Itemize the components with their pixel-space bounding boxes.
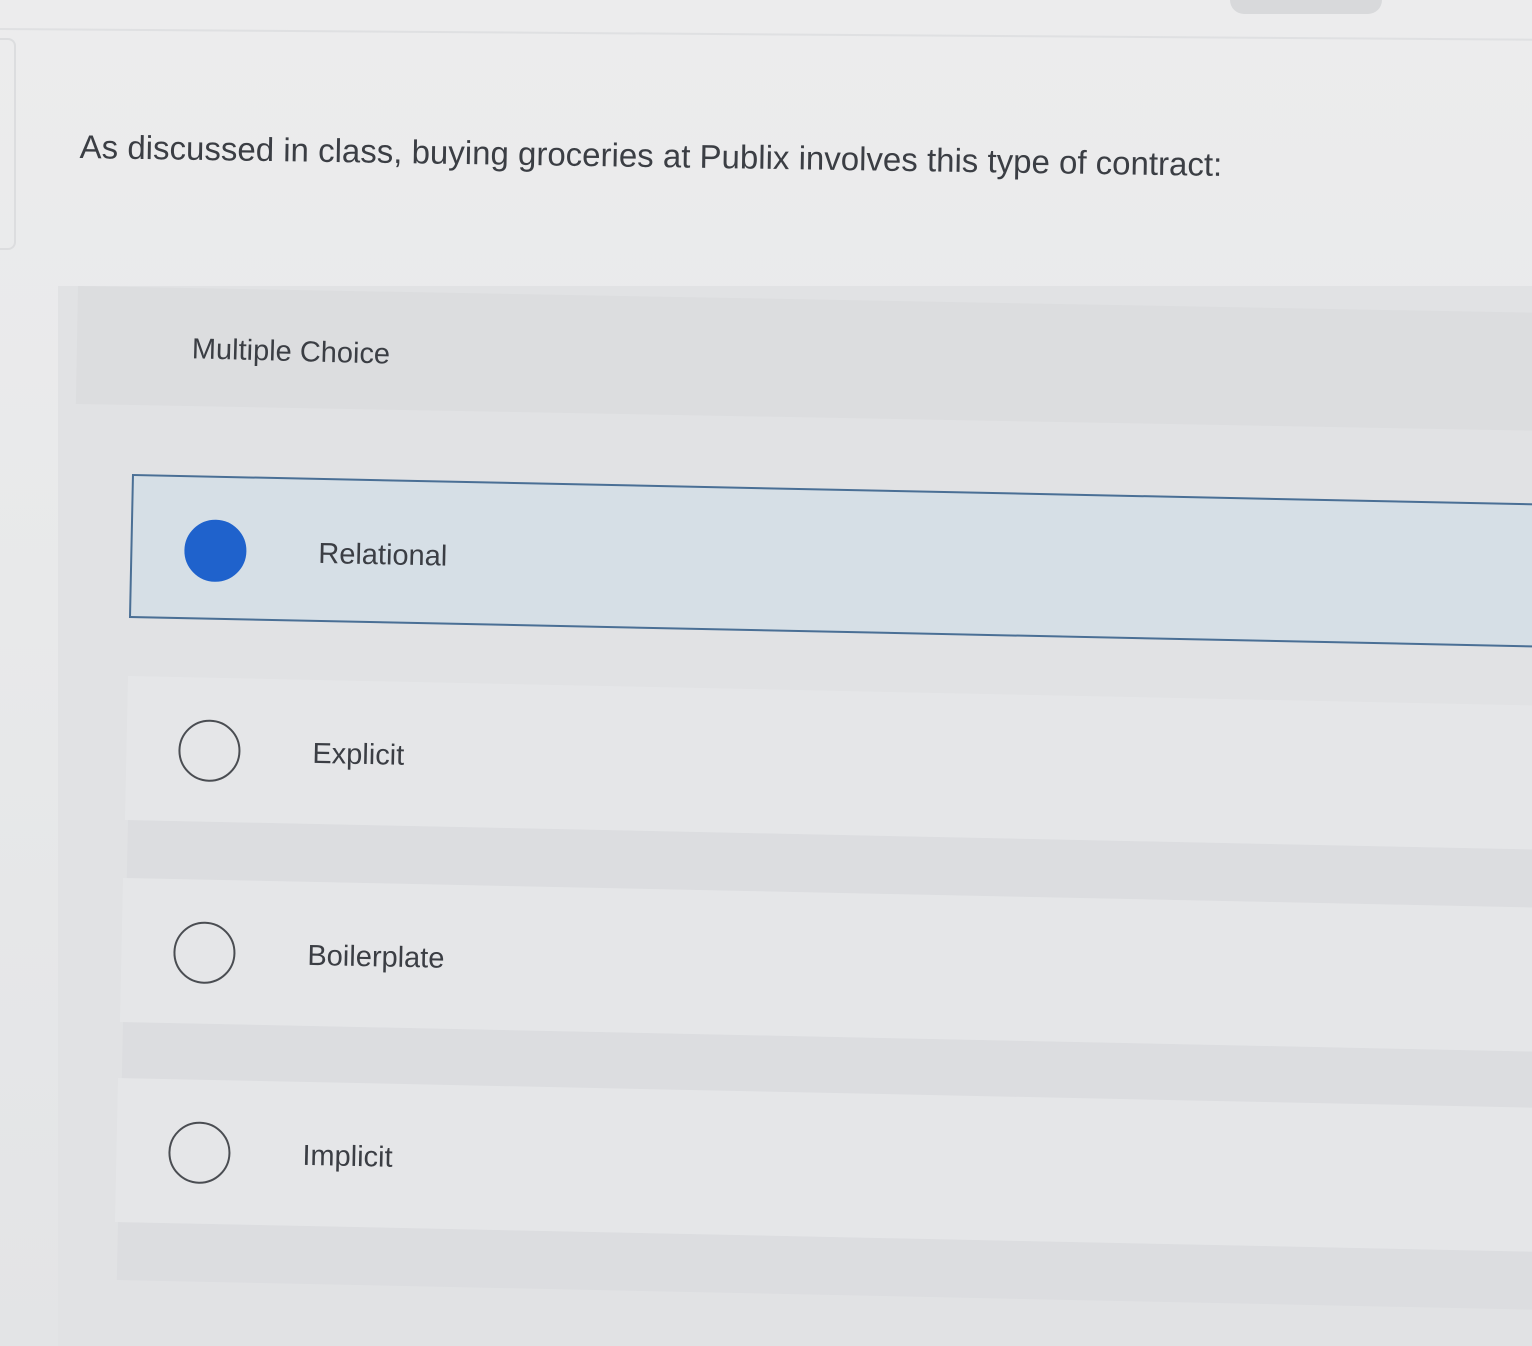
quiz-page: As discussed in class, buying groceries … <box>0 0 1532 1346</box>
left-frame-edge <box>0 38 16 250</box>
option-boilerplate[interactable]: Boilerplate <box>119 878 1532 1053</box>
option-label: Implicit <box>302 1139 393 1174</box>
question-text: As discussed in class, buying groceries … <box>79 128 1223 183</box>
option-relational[interactable]: Relational <box>128 474 1532 649</box>
top-divider <box>0 28 1532 41</box>
option-explicit[interactable]: Explicit <box>124 676 1532 851</box>
radio-button-checked[interactable] <box>183 519 248 583</box>
option-label: Relational <box>318 537 448 573</box>
radio-button[interactable] <box>177 719 242 783</box>
radio-button[interactable] <box>172 921 237 985</box>
top-tab <box>1230 0 1382 14</box>
option-label: Boilerplate <box>307 939 445 975</box>
panel-header: Multiple Choice <box>75 286 1532 432</box>
option-label: Explicit <box>312 737 405 772</box>
radio-button[interactable] <box>167 1121 232 1185</box>
question-type-label: Multiple Choice <box>191 333 391 371</box>
option-implicit[interactable]: Implicit <box>114 1078 1532 1253</box>
